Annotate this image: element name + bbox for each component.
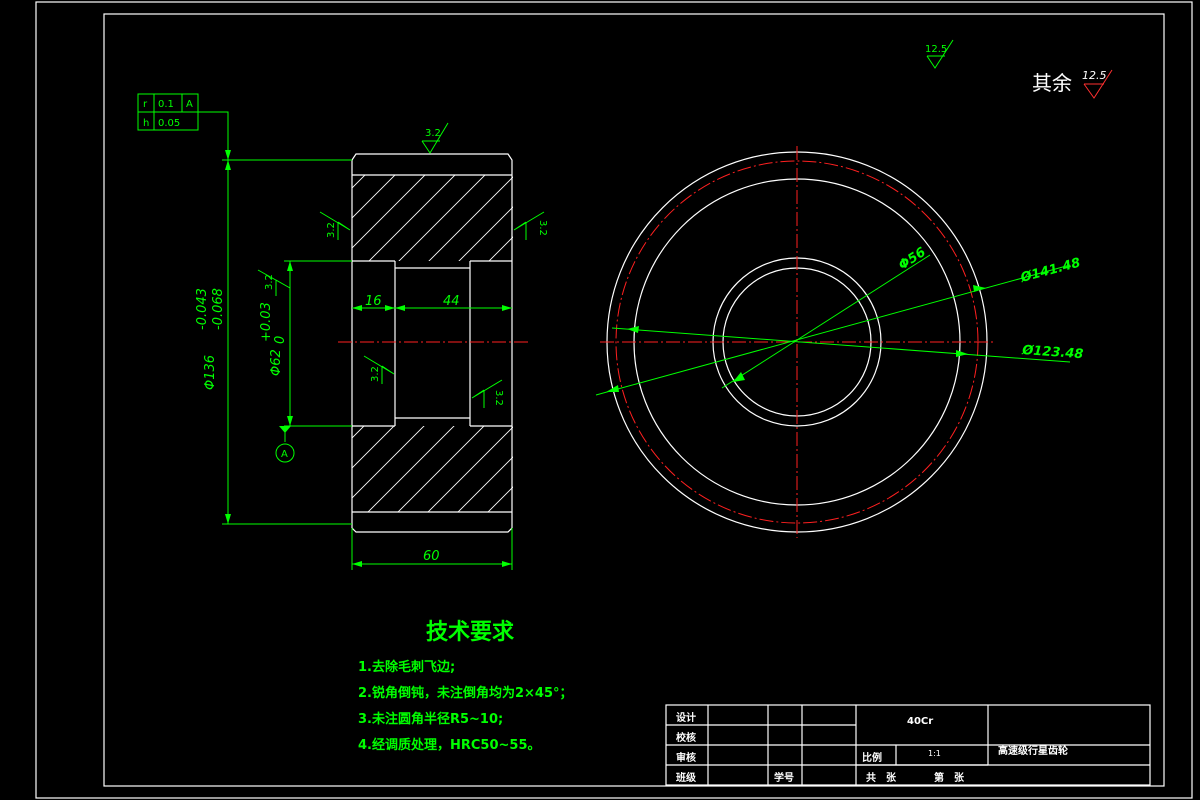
tol-row2-val: 0.05 xyxy=(158,118,180,129)
svg-text:3.2: 3.2 xyxy=(264,274,275,290)
tb-scale-label: 比例 xyxy=(862,753,882,764)
tb-scale-value: 1:1 xyxy=(928,749,941,758)
dim-bore-dia: Φ62 xyxy=(269,349,284,376)
dim-bore-dev-upper: +0.03 xyxy=(259,302,274,342)
sheet-inner-border xyxy=(103,13,1165,787)
tb-check-label: 校核 xyxy=(676,733,696,744)
roughness-top-face: 3.2 xyxy=(421,122,449,154)
tb-total-sheets: 共 张 xyxy=(866,773,896,784)
roughness-top-symbol: 12.5 xyxy=(925,39,954,69)
tb-part-name: 高速级行星齿轮 xyxy=(998,746,1068,757)
dim-outer-dia: Φ136 xyxy=(203,355,218,390)
section-view xyxy=(338,153,528,533)
tech-req-item-3: 3.未注圆角半径R5~10; xyxy=(358,712,504,727)
dim-bore-dev-lower: 0 xyxy=(273,336,288,344)
tol-row1-datum: A xyxy=(186,99,193,110)
tb-design-label: 设计 xyxy=(676,713,696,724)
tolerance-frame: r 0.1 A h 0.05 xyxy=(137,93,199,131)
tb-review-label: 审核 xyxy=(676,753,696,764)
tb-student-id-label: 学号 xyxy=(774,773,794,784)
dim-width-60: 60 xyxy=(423,549,440,564)
front-dimensions xyxy=(595,254,1071,396)
hatch-top xyxy=(352,175,513,261)
roughness-other-value: 12.5 xyxy=(1082,69,1107,82)
svg-text:3.2: 3.2 xyxy=(370,366,381,382)
svg-text:3.2: 3.2 xyxy=(326,222,337,238)
tb-class-label: 班级 xyxy=(676,773,696,784)
tech-req-title: 技术要求 xyxy=(426,620,515,645)
dim-outer-dev-lower: -0.068 xyxy=(211,288,226,330)
roughness-other: 其余 12.5 xyxy=(1032,69,1113,99)
dim-outer-dev-upper: -0.043 xyxy=(195,288,210,330)
tech-req-item-1: 1.去除毛刺飞边; xyxy=(358,660,456,675)
roughness-right-face: 3.2 xyxy=(513,211,548,240)
roughness-bore-left: 3.2 xyxy=(257,269,291,296)
roughness-bore-right: 3.2 xyxy=(471,379,504,408)
roughness-other-label: 其余 xyxy=(1032,71,1072,95)
tech-req-item-2: 2.锐角倒钝，未注倒角均为2×45°； xyxy=(358,686,573,701)
dim-dia-56: Φ56 xyxy=(896,245,929,273)
section-dimensions xyxy=(198,111,513,570)
tb-sheet-no: 第 张 xyxy=(934,773,964,784)
svg-text:3.2: 3.2 xyxy=(537,220,548,236)
svg-text:3.2: 3.2 xyxy=(425,128,441,139)
tol-row1-sym: r xyxy=(143,99,148,110)
dim-len-44: 44 xyxy=(443,294,460,309)
dim-dia-141: Ø141.48 xyxy=(1018,256,1082,287)
roughness-left-face: 3.2 xyxy=(319,211,351,240)
hatch-bottom xyxy=(352,426,513,512)
tech-req-item-4: 4.经调质处理，HRC50~55。 xyxy=(358,738,541,753)
datum-a-label: A xyxy=(281,449,288,460)
svg-text:3.2: 3.2 xyxy=(493,390,504,406)
dim-len-16: 16 xyxy=(365,294,382,309)
sheet-outer-border xyxy=(35,1,1193,799)
tol-row1-val: 0.1 xyxy=(158,99,174,110)
svg-text:12.5: 12.5 xyxy=(925,44,947,55)
drawing-canvas: Φ136 -0.043 -0.068 Φ62 +0.03 0 16 44 60 … xyxy=(35,1,1193,799)
roughness-bore-inner: 3.2 xyxy=(363,355,395,384)
tb-material: 40Cr xyxy=(907,716,934,727)
tol-row2-sym: h xyxy=(143,118,149,129)
